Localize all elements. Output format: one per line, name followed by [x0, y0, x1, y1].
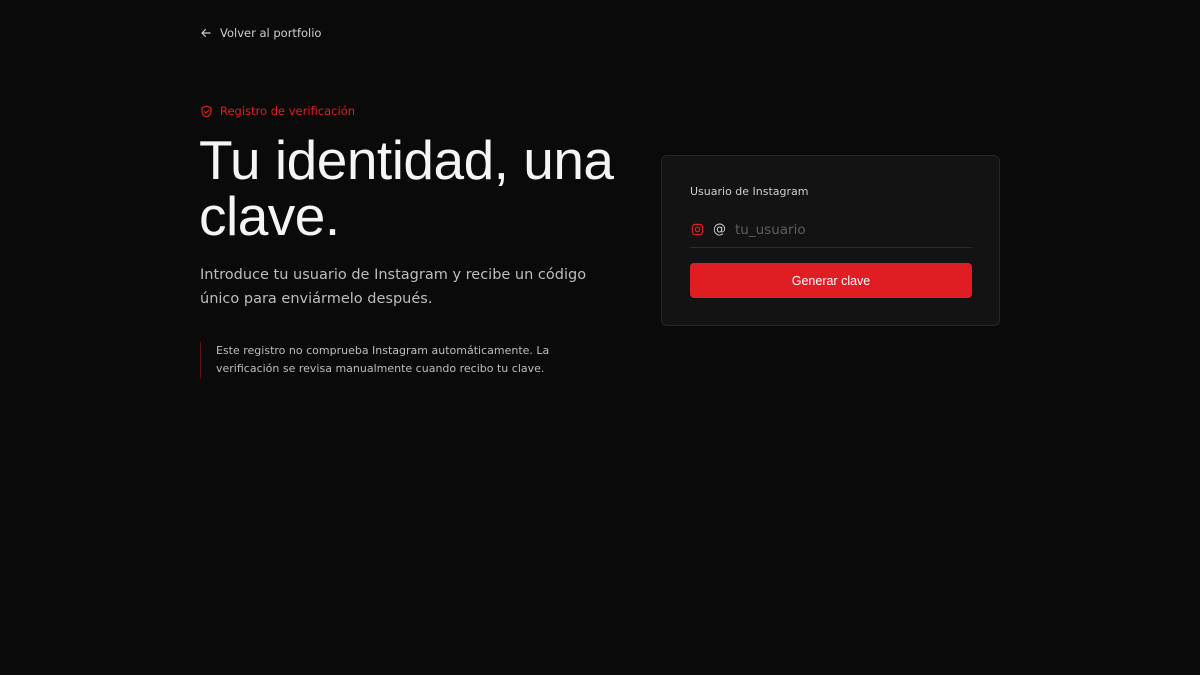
verification-page: Volver al portfolio Registro de verifica…	[0, 0, 1200, 675]
instagram-icon	[691, 223, 704, 236]
arrow-left-icon	[201, 28, 211, 38]
generate-key-button[interactable]: Generar clave	[690, 263, 972, 298]
back-link-label: Volver al portfolio	[220, 26, 322, 40]
shield-icon	[201, 105, 212, 117]
instagram-username-input[interactable]	[735, 217, 972, 242]
instagram-username-label: Usuario de Instagram	[690, 185, 809, 198]
username-form-card: Usuario de Instagram @ Generar clave	[661, 155, 1000, 326]
info-note: Este registro no comprueba Instagram aut…	[200, 342, 610, 379]
badge-label: Registro de verificación	[220, 104, 356, 118]
instagram-username-field: @	[690, 212, 972, 248]
at-prefix: @	[713, 222, 726, 237]
verification-badge: Registro de verificación	[200, 102, 355, 120]
page-title: Tu identidad, una clave.	[199, 129, 614, 247]
back-to-portfolio-link[interactable]: Volver al portfolio	[200, 24, 321, 42]
page-subtitle: Introduce tu usuario de Instagram y reci…	[200, 267, 587, 307]
